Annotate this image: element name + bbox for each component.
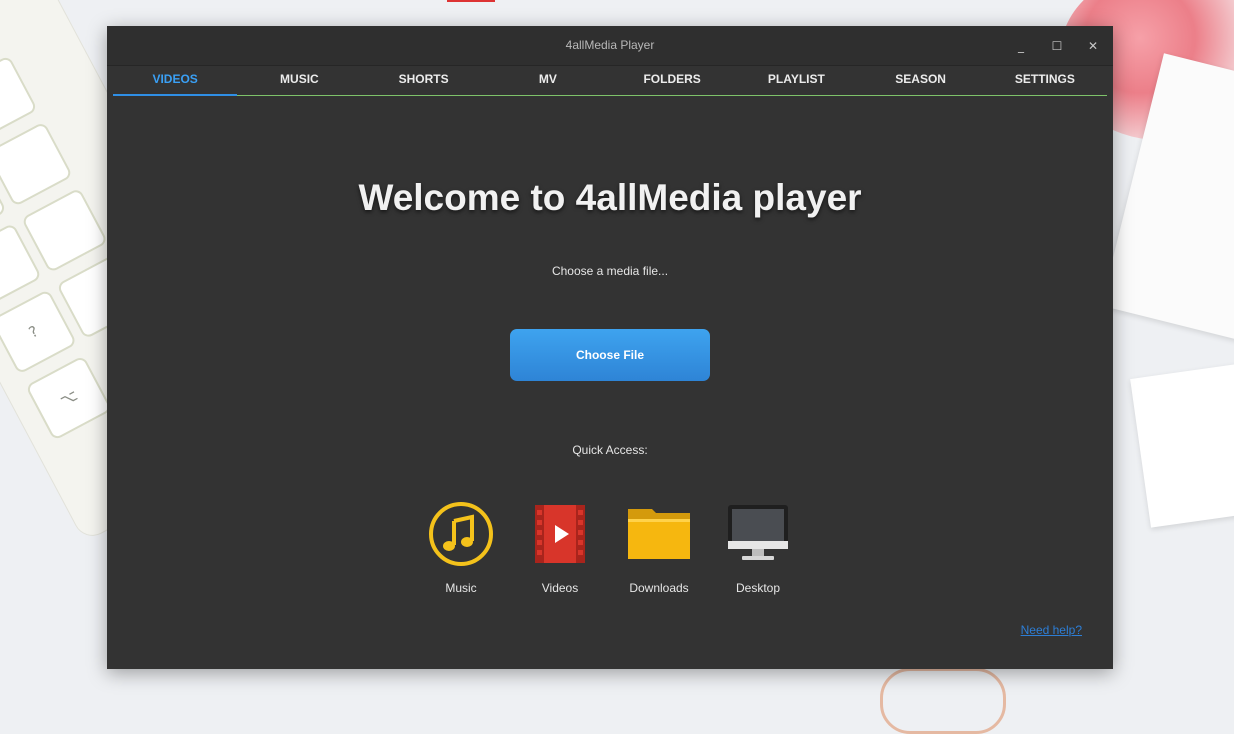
minimize-icon: _: [1018, 39, 1024, 53]
minimize-button[interactable]: _: [1011, 36, 1031, 56]
tab-music[interactable]: MUSIC: [237, 66, 361, 95]
quick-access-label-videos: Videos: [541, 581, 579, 595]
choose-file-button[interactable]: Choose File: [510, 329, 710, 381]
monitor-icon: [725, 501, 791, 567]
quick-access-label-desktop: Desktop: [735, 581, 781, 595]
video-film-icon: [527, 501, 593, 567]
tab-playlist[interactable]: PLAYLIST: [734, 66, 858, 95]
quick-access-label-downloads: Downloads: [629, 581, 689, 595]
quick-access-label: Quick Access:: [572, 443, 648, 457]
need-help-link[interactable]: Need help?: [1021, 623, 1082, 637]
tab-settings[interactable]: SETTINGS: [983, 66, 1107, 95]
quick-access-videos[interactable]: Videos: [520, 501, 600, 595]
quick-access-label-music: Music: [445, 581, 477, 595]
music-note-icon: [428, 501, 494, 567]
maximize-button[interactable]: ☐: [1047, 36, 1067, 56]
close-button[interactable]: ✕: [1083, 36, 1103, 56]
background-decoration: [447, 0, 495, 2]
quick-access-downloads[interactable]: Downloads: [619, 501, 699, 595]
quick-access-desktop[interactable]: Desktop: [718, 501, 798, 595]
background-card-image: [1130, 362, 1234, 528]
tab-folders[interactable]: FOLDERS: [610, 66, 734, 95]
quick-access-music[interactable]: Music: [421, 501, 501, 595]
choose-file-prompt: Choose a media file...: [551, 264, 669, 278]
tab-videos[interactable]: VIDEOS: [113, 66, 238, 96]
close-icon: ✕: [1087, 39, 1099, 53]
folder-icon: [626, 501, 692, 567]
app-window: 4allMedia Player _ ☐ ✕ VIDEOS MUSIC SHOR…: [107, 26, 1113, 669]
tab-season[interactable]: SEASON: [859, 66, 983, 95]
window-title: 4allMedia Player: [565, 38, 655, 52]
maximize-icon: ☐: [1051, 39, 1063, 53]
tab-mv[interactable]: MV: [486, 66, 610, 95]
tab-shorts[interactable]: SHORTS: [362, 66, 486, 95]
tab-bar: VIDEOS MUSIC SHORTS MV FOLDERS PLAYLIST …: [113, 66, 1107, 96]
title-bar: 4allMedia Player _ ☐ ✕: [107, 26, 1113, 66]
background-paperclip-image: [880, 668, 1006, 734]
welcome-heading: Welcome to 4allMedia player: [358, 177, 862, 218]
